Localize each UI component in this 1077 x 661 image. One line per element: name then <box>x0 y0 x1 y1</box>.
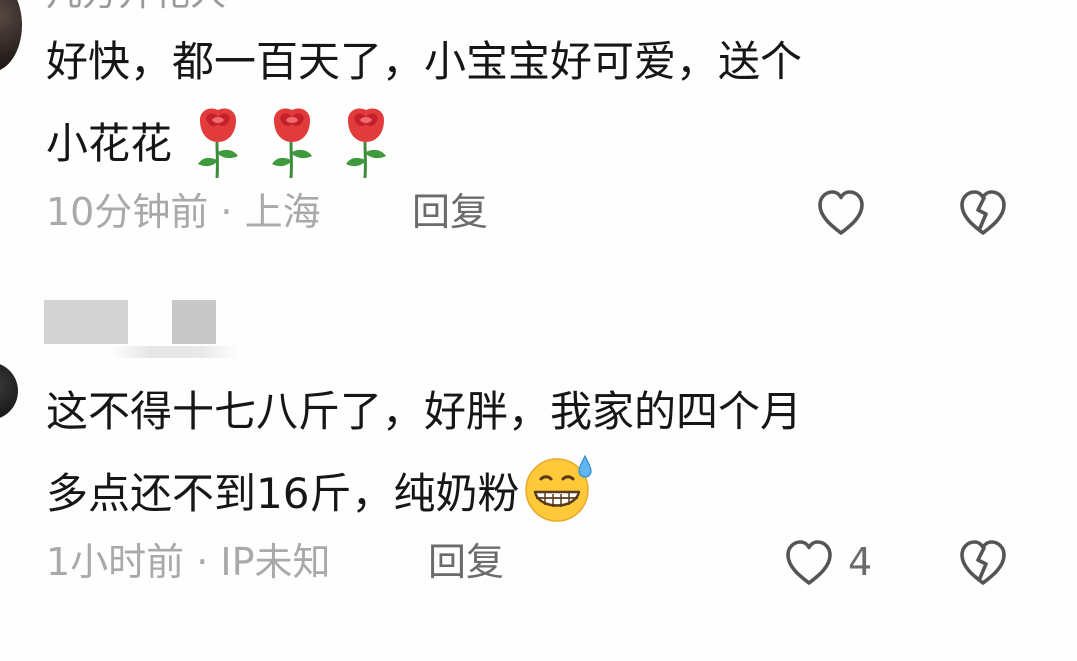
comment-text-line: 小花花 <box>46 106 394 180</box>
blurred-username[interactable] <box>172 300 216 344</box>
comment-text-line: 好快，都一百天了，小宝宝好可爱，送个 <box>46 37 803 86</box>
blurred-user-subtitle <box>110 346 240 358</box>
rose-emoji-icon <box>198 108 239 179</box>
reply-button[interactable]: 回复 <box>428 542 504 582</box>
grinning-sweat-emoji-icon <box>525 454 593 522</box>
heart-outline-icon[interactable] <box>780 534 838 592</box>
comment-text-fragment: 小花花 <box>46 119 173 168</box>
comment-text-line: 这不得十七八斤了，好胖，我家的四个月 <box>46 387 803 436</box>
reply-button[interactable]: 回复 <box>412 192 488 232</box>
comment-text-fragment: 多点还不到16斤，纯奶粉 <box>46 469 520 518</box>
comment-text-line: 多点还不到16斤，纯奶粉 <box>46 452 599 526</box>
comment-time-location: 1小时前 · IP未知 <box>46 540 331 584</box>
like-count: 4 <box>848 540 873 584</box>
rose-emoji-icon <box>272 108 313 179</box>
avatar[interactable] <box>0 362 18 420</box>
broken-heart-outline-icon[interactable] <box>954 184 1012 242</box>
blurred-username[interactable] <box>44 300 128 344</box>
heart-outline-icon[interactable] <box>812 184 870 242</box>
broken-heart-outline-icon[interactable] <box>954 534 1012 592</box>
comment-username[interactable]: 凡方开花人 <box>46 0 226 12</box>
avatar[interactable] <box>0 0 22 72</box>
comment-time-location: 10分钟前 · 上海 <box>46 190 321 234</box>
rose-emoji-icon <box>346 108 387 179</box>
